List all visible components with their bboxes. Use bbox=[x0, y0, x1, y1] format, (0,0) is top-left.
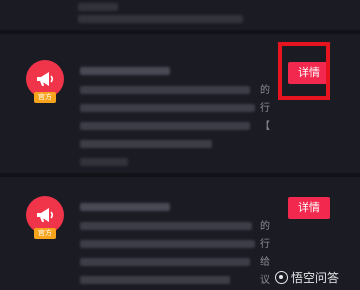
blurred-text-line bbox=[78, 3, 118, 11]
watermark: 悟空问答 bbox=[275, 268, 339, 286]
megaphone-icon bbox=[37, 72, 54, 86]
blurred-text-line bbox=[80, 122, 250, 130]
blurred-title bbox=[80, 203, 170, 211]
side-text-char: 的 bbox=[260, 85, 270, 96]
blurred-timestamp bbox=[80, 158, 128, 166]
blurred-title bbox=[80, 67, 170, 75]
blurred-text-line bbox=[80, 276, 230, 284]
side-text-char: 议 bbox=[260, 275, 270, 286]
official-badge: 官方 bbox=[34, 92, 56, 103]
highlight-annotation-box bbox=[278, 42, 330, 100]
side-text-char: 给 bbox=[260, 257, 270, 268]
side-text-char: 的 bbox=[260, 221, 270, 232]
blurred-text-line bbox=[80, 240, 255, 248]
official-badge: 官方 bbox=[34, 228, 56, 239]
detail-button[interactable]: 详情 bbox=[288, 197, 330, 219]
side-text-char: 【 bbox=[260, 121, 270, 132]
blurred-text-line bbox=[80, 86, 250, 94]
blurred-text-line bbox=[78, 15, 243, 23]
blurred-text-line bbox=[80, 258, 250, 266]
watermark-text: 悟空问答 bbox=[291, 270, 340, 285]
wukong-logo-icon bbox=[275, 270, 288, 284]
megaphone-icon bbox=[37, 208, 54, 222]
blurred-text-line bbox=[80, 104, 255, 112]
section-divider bbox=[0, 173, 360, 177]
section-divider bbox=[0, 30, 360, 34]
blurred-text-line bbox=[80, 140, 212, 148]
side-text-char: 行 bbox=[260, 239, 270, 250]
blurred-text-line bbox=[80, 222, 252, 230]
side-text-char: 行 bbox=[260, 103, 270, 114]
